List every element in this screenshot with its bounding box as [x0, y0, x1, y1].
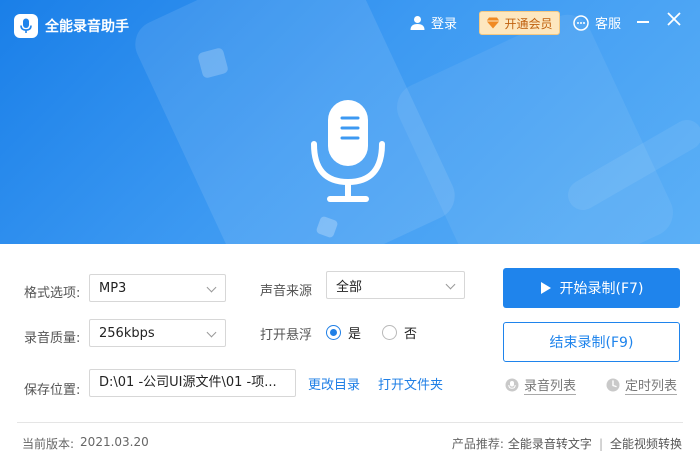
- format-value: MP3: [99, 280, 127, 296]
- vip-button[interactable]: 开通会员: [479, 11, 560, 35]
- open-folder-link[interactable]: 打开文件夹: [378, 374, 443, 393]
- user-icon: [410, 16, 425, 30]
- minimize-button[interactable]: [634, 12, 652, 30]
- radio-unchecked-icon: [382, 325, 397, 340]
- source-value: 全部: [336, 279, 363, 295]
- change-directory-link[interactable]: 更改目录: [308, 374, 360, 393]
- footer-divider: [17, 422, 683, 423]
- version-label: 当前版本:: [22, 437, 75, 451]
- quality-label: 录音质量:: [24, 331, 81, 346]
- record-list-label: 录音列表: [524, 375, 577, 395]
- radio-checked-icon: [326, 325, 341, 340]
- version-value: 2021.03.20: [80, 435, 149, 449]
- microphone-icon: [311, 100, 385, 202]
- product-recommendations: 产品推荐: 全能录音转文字 | 全能视频转换: [452, 435, 682, 452]
- float-yes-label: 是: [348, 327, 362, 342]
- start-recording-button[interactable]: 开始录制(F7): [503, 268, 680, 308]
- schedule-list-label: 定时列表: [625, 375, 678, 395]
- quality-select[interactable]: 256kbps: [89, 319, 226, 347]
- record-list-icon: [505, 378, 519, 392]
- record-list-link[interactable]: 录音列表: [505, 375, 577, 395]
- start-recording-label: 开始录制(F7): [559, 281, 644, 297]
- close-button[interactable]: [664, 10, 684, 30]
- service-label: 客服: [595, 17, 622, 32]
- format-select[interactable]: MP3: [89, 274, 226, 302]
- header-banner: 全能录音助手 登录 开通会员 客服: [0, 0, 700, 244]
- save-path-field[interactable]: D:\01 -公司UI源文件\01 -项...: [89, 369, 296, 397]
- clock-icon: [606, 378, 620, 392]
- vip-label: 开通会员: [504, 16, 553, 31]
- chevron-down-icon: [445, 279, 456, 290]
- source-label: 声音来源: [260, 284, 313, 299]
- app-logo-icon: [14, 14, 38, 38]
- quality-value: 256kbps: [99, 325, 155, 341]
- separator: |: [598, 436, 603, 451]
- product-link-transcribe[interactable]: 全能录音转文字: [508, 435, 592, 452]
- float-no-label: 否: [404, 327, 418, 342]
- stop-recording-button[interactable]: 结束录制(F9): [503, 322, 680, 362]
- service-icon: [573, 14, 589, 31]
- title-bar[interactable]: 全能录音助手 登录 开通会员 客服: [0, 0, 700, 44]
- format-label: 格式选项:: [24, 286, 81, 301]
- recommend-label: 产品推荐:: [451, 437, 504, 451]
- close-icon: [667, 12, 681, 26]
- chevron-down-icon: [206, 282, 217, 293]
- login-label: 登录: [431, 17, 458, 32]
- float-label: 打开悬浮: [260, 328, 313, 343]
- source-select[interactable]: 全部: [326, 271, 465, 299]
- settings-panel: 格式选项: MP3 声音来源 全部 录音质量: 256kbps 打开悬浮 是 否…: [0, 244, 700, 461]
- float-no-radio[interactable]: 否: [382, 323, 417, 342]
- chevron-down-icon: [206, 327, 217, 338]
- diamond-icon: [486, 17, 500, 29]
- save-label: 保存位置:: [24, 383, 81, 398]
- version-info: 当前版本: 2021.03.20: [22, 435, 149, 452]
- stop-recording-label: 结束录制(F9): [549, 335, 634, 351]
- product-link-video-convert[interactable]: 全能视频转换: [610, 435, 682, 452]
- float-yes-radio[interactable]: 是: [326, 323, 361, 342]
- login-button[interactable]: 登录: [410, 13, 457, 32]
- play-icon: [540, 282, 551, 294]
- app-title: 全能录音助手: [45, 19, 129, 35]
- customer-service-button[interactable]: 客服: [573, 13, 621, 32]
- schedule-list-link[interactable]: 定时列表: [606, 375, 678, 395]
